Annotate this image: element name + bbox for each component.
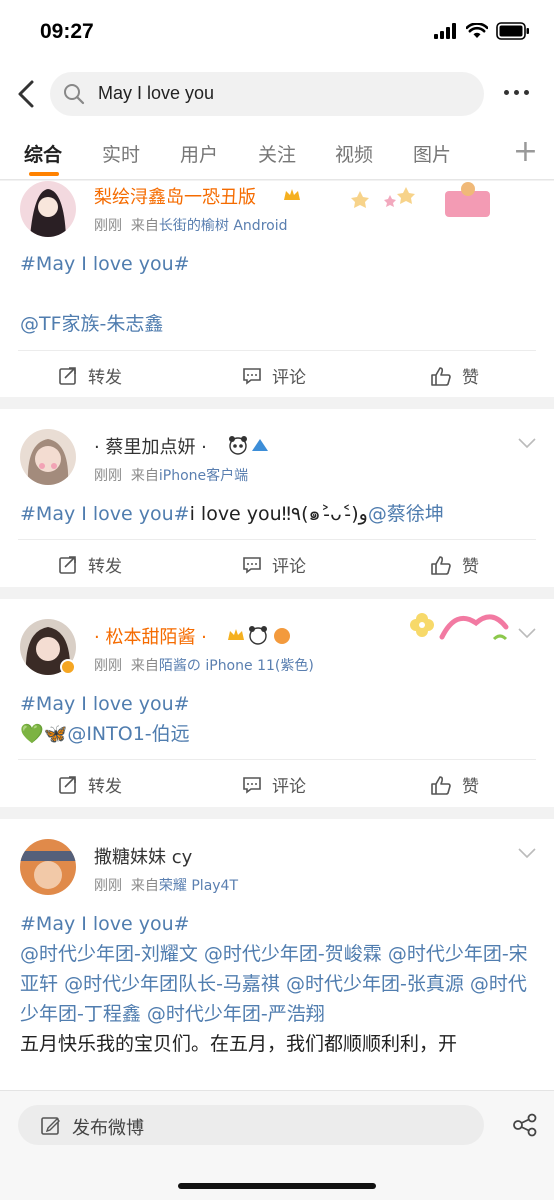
tab-realtime[interactable]: 实时	[102, 140, 140, 167]
post-card[interactable]: · 蔡里加点妍 · 刚刚 来自iPhone客户端 #May I love you…	[0, 409, 554, 587]
dot-icon	[524, 89, 529, 95]
repost-icon	[59, 775, 76, 794]
post-meta: 刚刚 来自iPhone客户端	[94, 468, 249, 484]
mention-link[interactable]: @TF家族-朱志鑫	[20, 313, 163, 335]
crown-panda-badge-icon	[228, 626, 290, 645]
like-button[interactable]: 赞	[430, 772, 479, 797]
thumbs-up-icon	[431, 366, 451, 386]
avatar[interactable]	[20, 839, 76, 895]
post-meta: 刚刚 来自荣耀 Play4T	[94, 878, 239, 894]
back-arrow-icon[interactable]	[12, 78, 40, 110]
comment-icon	[243, 367, 261, 385]
panda-badge-icon	[229, 436, 268, 455]
active-tab-indicator	[29, 172, 59, 176]
post-source[interactable]: 荣耀 Play4T	[159, 878, 238, 894]
post-source[interactable]: 长街的榆树 Android	[159, 218, 288, 234]
post-actions: 转发 评论 赞	[18, 350, 536, 398]
crown-badge-icon	[284, 189, 300, 200]
hashtag-link[interactable]: #May I love you#	[20, 253, 190, 275]
tab-comprehensive[interactable]: 综合	[24, 140, 62, 167]
post-card[interactable]: 梨绘浔鑫岛一恐丑版 刚刚 来自长街的榆树 Android #May I love…	[0, 181, 554, 397]
repost-button[interactable]: 转发	[58, 552, 122, 577]
search-tabs: 综合 实时 用户 关注 视频 图片 +	[0, 124, 554, 180]
post-card[interactable]: · 松本甜陌酱 · 刚刚 来自陌酱の iPhone 11(紫色) #May I …	[0, 599, 554, 807]
repost-icon	[59, 366, 76, 385]
username[interactable]: 梨绘浔鑫岛一恐丑版	[94, 183, 256, 209]
mention-link[interactable]: @时代少年团-刘耀文	[20, 943, 198, 965]
post-body: #May I love you# @时代少年团-刘耀文 @时代少年团-贺峻霖 @…	[20, 909, 536, 1089]
username[interactable]: · 蔡里加点妍 ·	[94, 433, 207, 459]
thumbs-up-icon	[431, 555, 451, 575]
like-button[interactable]: 赞	[430, 363, 479, 388]
search-header: May I love you	[0, 62, 554, 124]
post-actions: 转发 评论 赞	[18, 539, 536, 587]
mention-link[interactable]: @时代少年团-贺峻霖	[204, 943, 382, 965]
mention-link[interactable]: @时代少年团-严浩翔	[147, 1003, 325, 1025]
dot-icon	[504, 89, 509, 95]
post-text: 五月快乐我的宝贝们。在五月，我们都顺顺利利，开	[20, 1033, 458, 1055]
status-bar: 09:27	[0, 0, 554, 62]
compose-button[interactable]: 发布微博	[18, 1105, 484, 1145]
decorative-stars-icon	[351, 182, 490, 217]
repost-button[interactable]: 转发	[58, 772, 122, 797]
comment-icon	[243, 776, 261, 794]
flower-sticker-icon	[410, 613, 509, 641]
comment-button[interactable]: 评论	[242, 552, 306, 577]
chevron-down-icon[interactable]	[518, 847, 536, 859]
hashtag-link[interactable]: #May I love you#	[20, 503, 190, 525]
comment-icon	[243, 556, 261, 574]
search-icon	[64, 84, 85, 105]
post-body: #May I love you#i love you‼٩(๑˃̵ᴗ˂̵)و@蔡徐…	[20, 503, 444, 525]
post-card[interactable]: 撒糖妹妹 cy 刚刚 来自荣耀 Play4T #May I love you# …	[0, 819, 554, 1090]
mention-link[interactable]: @蔡徐坤	[368, 503, 444, 525]
username[interactable]: 撒糖妹妹 cy	[94, 843, 192, 869]
verified-badge-icon	[60, 659, 76, 675]
battery-icon	[496, 22, 529, 40]
hashtag-link[interactable]: #May I love you#	[20, 693, 190, 715]
mention-link[interactable]: @INTO1-伯远	[67, 723, 189, 745]
like-button[interactable]: 赞	[430, 552, 479, 577]
post-actions: 转发 评论 赞	[18, 759, 536, 807]
thumbs-up-icon	[431, 775, 451, 795]
chevron-down-icon[interactable]	[518, 437, 536, 449]
tab-images[interactable]: 图片	[413, 140, 451, 167]
more-options-button[interactable]	[504, 80, 536, 104]
tab-videos[interactable]: 视频	[335, 140, 373, 167]
chevron-down-icon[interactable]	[518, 627, 536, 639]
add-tab-icon[interactable]: +	[513, 134, 538, 169]
post-source[interactable]: iPhone客户端	[159, 468, 248, 484]
hashtag-link[interactable]: #May I love you#	[20, 913, 190, 935]
home-indicator	[178, 1183, 376, 1189]
share-icon[interactable]	[512, 1113, 538, 1137]
emoji: 💚🦋	[20, 723, 68, 745]
post-meta: 刚刚 来自长街的榆树 Android	[94, 218, 288, 234]
mention-link[interactable]: @时代少年团队长-马嘉祺	[64, 973, 280, 995]
wifi-icon	[466, 23, 488, 38]
post-source[interactable]: 陌酱の iPhone 11(紫色)	[159, 658, 314, 674]
signal-icon	[434, 23, 456, 39]
avatar[interactable]	[20, 429, 76, 485]
search-query: May I love you	[98, 83, 215, 103]
mention-link[interactable]: @时代少年团-张真源	[286, 973, 464, 995]
edit-icon	[41, 1117, 60, 1135]
comment-button[interactable]: 评论	[242, 363, 306, 388]
username[interactable]: · 松本甜陌酱 ·	[94, 623, 207, 649]
status-icons	[434, 22, 530, 40]
search-input[interactable]: May I love you	[50, 72, 484, 116]
compose-label: 发布微博	[72, 1118, 144, 1139]
status-time: 09:27	[40, 20, 94, 43]
tab-following[interactable]: 关注	[258, 140, 296, 167]
post-meta: 刚刚 来自陌酱の iPhone 11(紫色)	[94, 658, 314, 674]
repost-button[interactable]: 转发	[58, 363, 122, 388]
post-body: #May I love you# 💚🦋@INTO1-伯远	[20, 689, 536, 749]
repost-icon	[59, 555, 76, 574]
dot-icon	[514, 89, 519, 95]
avatar[interactable]	[20, 181, 76, 237]
post-body: #May I love you# @TF家族-朱志鑫	[20, 249, 536, 339]
comment-button[interactable]: 评论	[242, 772, 306, 797]
tab-users[interactable]: 用户	[180, 140, 218, 167]
